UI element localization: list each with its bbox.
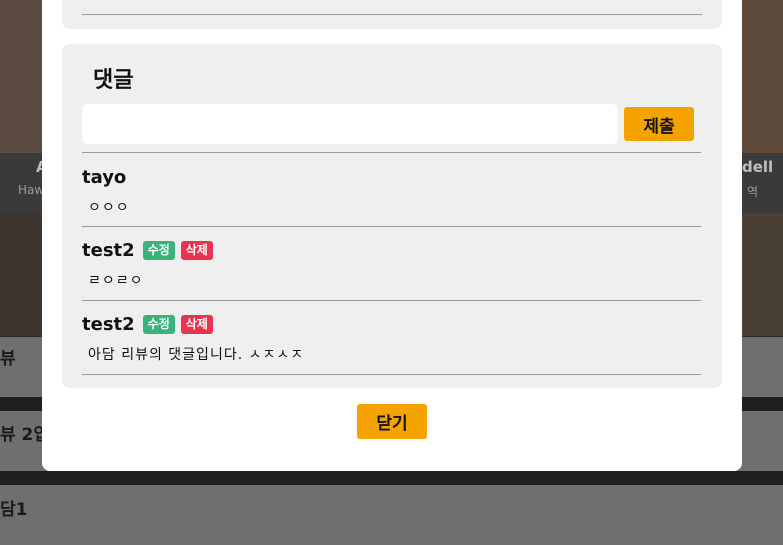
divider [82, 14, 702, 15]
comments-title: 댓글 [93, 68, 134, 93]
review-row-title: 뷰 [0, 349, 16, 369]
comment-input[interactable] [82, 104, 618, 144]
row-separator [0, 471, 783, 485]
submit-comment-button[interactable]: 제출 [624, 107, 694, 141]
comment-item: test2 수정 삭제 아담 리뷰의 댓글입니다. ㅅㅈㅅㅈ [82, 312, 701, 364]
poster-right-name: dell [742, 158, 774, 176]
review-detail-card [62, 0, 722, 29]
comment-text: ㅇㅇㅇ [88, 200, 130, 216]
comment-author: test2 [82, 239, 135, 261]
divider [82, 374, 701, 375]
comment-author: test2 [82, 313, 135, 335]
divider [82, 300, 701, 301]
delete-comment-button[interactable]: 삭제 [180, 240, 213, 260]
comment-author: tayo [82, 166, 127, 188]
review-modal: 댓글 제출 tayo ㅇㅇㅇ test2 수정 삭제 ㄹㅇㄹㅇ test2 수정… [42, 0, 742, 471]
divider [82, 152, 701, 153]
edit-comment-button[interactable]: 수정 [142, 314, 175, 334]
poster-left-subtitle: Haw [18, 183, 42, 197]
comment-text: 아담 리뷰의 댓글입니다. ㅅㅈㅅㅈ [88, 347, 305, 363]
comment-item: tayo ㅇㅇㅇ [82, 165, 701, 217]
comment-item: test2 수정 삭제 ㄹㅇㄹㅇ [82, 238, 701, 290]
poster-left-image [0, 0, 42, 155]
comment-text: ㄹㅇㄹㅇ [88, 273, 144, 289]
review-row-title: 담1 [0, 500, 28, 520]
review-row [0, 485, 783, 545]
poster-right-subtitle: 역 [747, 185, 759, 199]
divider [82, 226, 701, 227]
poster-right-image [742, 0, 783, 155]
comments-section: 댓글 제출 tayo ㅇㅇㅇ test2 수정 삭제 ㄹㅇㄹㅇ test2 수정… [62, 44, 722, 388]
delete-comment-button[interactable]: 삭제 [180, 314, 213, 334]
close-modal-button[interactable]: 닫기 [357, 404, 427, 439]
edit-comment-button[interactable]: 수정 [142, 240, 175, 260]
